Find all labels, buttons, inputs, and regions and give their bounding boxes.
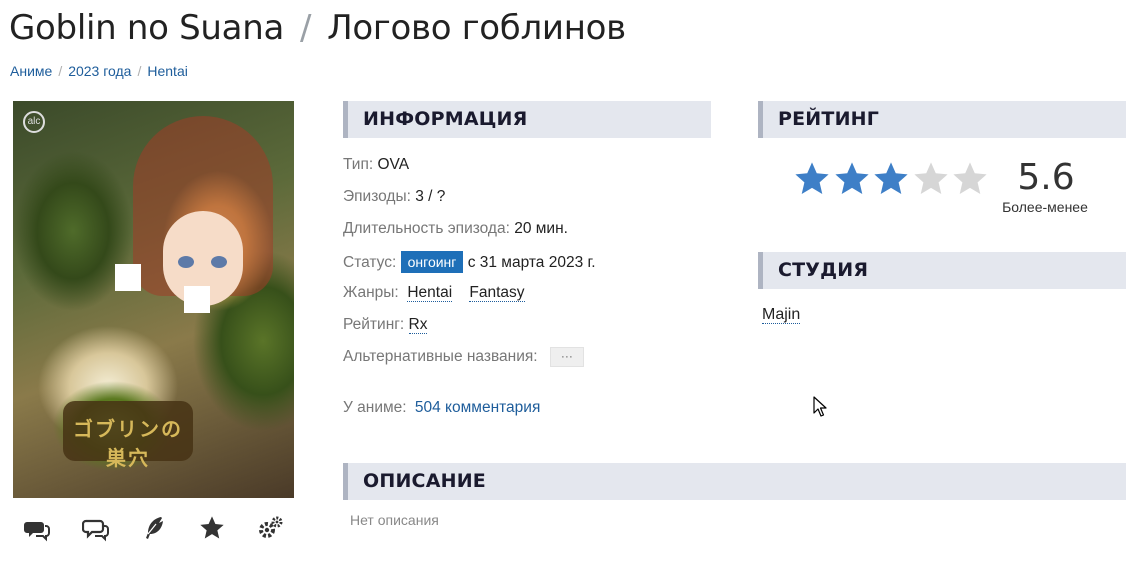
genre-link-fantasy[interactable]: Fantasy: [469, 284, 525, 302]
info-panel: Тип: OVA Эпизоды: 3 / ? Длительность эпи…: [343, 155, 713, 379]
info-row-alt-names: Альтернативные названия: ···: [343, 347, 713, 379]
info-value-status-date: с 31 марта 2023 г.: [467, 254, 596, 271]
info-value-type: OVA: [377, 156, 410, 173]
status-badge: онгоинг: [400, 251, 464, 273]
alt-names-expand-button[interactable]: ···: [549, 347, 584, 367]
title-romaji: Goblin no Suana: [9, 8, 284, 48]
comments-summary: У аниме: 504 комментария: [343, 399, 540, 417]
info-value-episodes: 3 / ?: [415, 188, 446, 205]
rating-star-icon[interactable]: [872, 160, 910, 198]
studio-link[interactable]: Majin: [762, 306, 801, 324]
description-empty: Нет описания: [350, 512, 439, 528]
info-value-duration: 20 мин.: [514, 220, 568, 237]
feather-icon[interactable]: [140, 514, 168, 542]
info-row-rating: Рейтинг: Rx: [343, 315, 713, 347]
poster-art-eye: [211, 256, 227, 268]
info-row-genres: Жанры: Hentai Fantasy: [343, 283, 713, 315]
info-label: Альтернативные названия:: [343, 348, 538, 366]
info-label: Рейтинг:: [343, 316, 405, 333]
info-row-duration: Длительность эпизода: 20 мин.: [343, 219, 713, 251]
rating-score: 5.6: [1017, 157, 1075, 198]
section-header-info: ИНФОРМАЦИЯ: [343, 101, 711, 138]
title-russian: Логово гоблинов: [327, 8, 626, 48]
studio-block: Majin: [762, 306, 801, 324]
breadcrumb-separator: /: [58, 63, 63, 79]
poster-actions: [13, 514, 294, 542]
star-icon[interactable]: [198, 514, 226, 542]
breadcrumb-separator: /: [137, 63, 142, 79]
poster-censor-block: [184, 286, 210, 313]
reviews-icon[interactable]: [81, 514, 110, 542]
info-row-type: Тип: OVA: [343, 155, 713, 187]
breadcrumb: Аниме / 2023 года / Hentai: [10, 63, 188, 79]
comments-link[interactable]: 504 комментария: [415, 399, 540, 416]
rating-star-icon[interactable]: [951, 160, 989, 198]
info-label: Длительность эпизода:: [343, 220, 510, 237]
info-label: Тип:: [343, 156, 374, 173]
rating-star-icon[interactable]: [793, 160, 831, 198]
section-header-studio: СТУДИЯ: [758, 252, 1126, 289]
breadcrumb-item-year[interactable]: 2023 года: [68, 63, 131, 79]
info-row-episodes: Эпизоды: 3 / ?: [343, 187, 713, 219]
info-label: Статус:: [343, 254, 397, 271]
genre-link-hentai[interactable]: Hentai: [407, 284, 453, 302]
settings-icon[interactable]: [256, 514, 284, 542]
info-label: Эпизоды:: [343, 188, 411, 205]
info-label: Жанры:: [343, 284, 399, 301]
section-header-description: ОПИСАНИЕ: [343, 463, 1126, 500]
comments-label: У аниме:: [343, 399, 407, 416]
age-rating-link[interactable]: Rx: [408, 316, 428, 334]
info-row-status: Статус: онгоинг с 31 марта 2023 г.: [343, 251, 713, 283]
poster-brand-logo: alc: [23, 111, 45, 133]
rating-stars[interactable]: [793, 160, 993, 200]
breadcrumb-item-anime[interactable]: Аниме: [10, 63, 52, 79]
rating-star-icon[interactable]: [833, 160, 871, 198]
poster-censor-block: [115, 264, 141, 291]
poster-logo: ゴブリンの巣穴: [73, 417, 183, 470]
poster-image[interactable]: ゴブリンの巣穴 alc: [13, 101, 294, 498]
poster-art-eye: [178, 256, 194, 268]
comments-icon[interactable]: [23, 514, 51, 542]
rating-score-label: Более-менее: [1002, 199, 1088, 215]
mouse-cursor-icon: [813, 396, 827, 417]
breadcrumb-item-genre[interactable]: Hentai: [147, 63, 187, 79]
page-title: Goblin no Suana / Логово гоблинов: [9, 8, 626, 48]
rating-star-icon[interactable]: [912, 160, 950, 198]
section-header-rating: РЕЙТИНГ: [758, 101, 1126, 138]
title-separator: /: [300, 8, 312, 48]
